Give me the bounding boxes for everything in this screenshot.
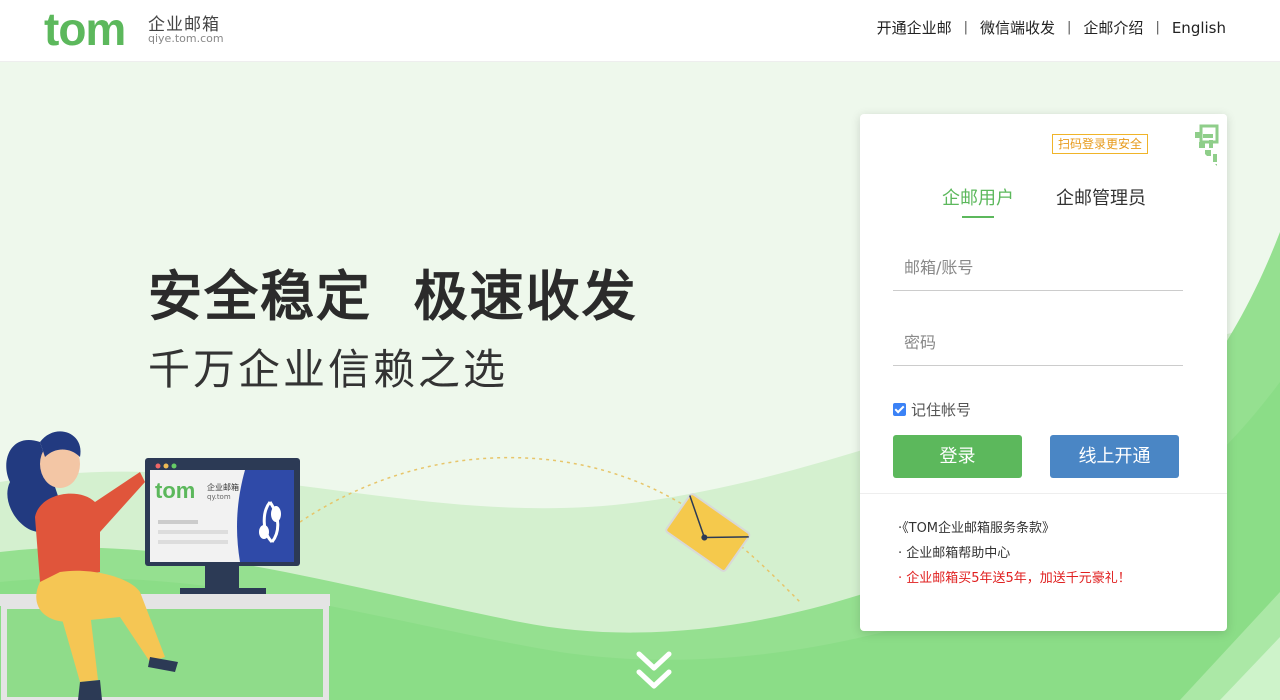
active-tab-indicator (962, 216, 994, 218)
qr-login-tip[interactable]: 扫码登录更安全 (1052, 134, 1149, 154)
tab-enterprise-user[interactable]: 企邮用户 (942, 184, 1014, 210)
scroll-down-chevron-icon[interactable] (636, 650, 672, 694)
login-card: 扫码登录更安全 企邮用户 企邮管理员 记住帐号 登录 线上开通 ·《TOM企业邮… (860, 114, 1227, 631)
monitor-logo-url: qy.tom (207, 493, 231, 501)
qr-code-icon[interactable] (1165, 114, 1227, 176)
remember-label: 记住帐号 (911, 401, 972, 419)
account-field (893, 245, 1183, 291)
remember-account[interactable]: 记住帐号 (893, 399, 971, 420)
monitor-logo-cn: 企业邮箱 (207, 483, 239, 492)
logo-text: tom (44, 3, 126, 55)
nav-separator: | (963, 20, 969, 35)
terms-link[interactable]: ·《TOM企业邮箱服务条款》 (898, 516, 1131, 541)
remember-checkbox[interactable] (893, 403, 906, 416)
card-divider (860, 493, 1227, 494)
tab-enterprise-admin[interactable]: 企邮管理员 (1056, 184, 1146, 210)
password-field (893, 320, 1183, 366)
login-tabs: 企邮用户 企邮管理员 (860, 184, 1227, 224)
nav-separator: | (1067, 20, 1072, 35)
card-links: ·《TOM企业邮箱服务条款》 · 企业邮箱帮助中心 · 企业邮箱买5年送5年，加… (898, 516, 1131, 591)
nav-open-enterprise-mail[interactable]: 开通企业邮 (877, 17, 952, 38)
logo-url: qiye.tom.com (148, 32, 224, 45)
top-header: tom 企业邮箱 qiye.tom.com 开通企业邮 | 微信端收发 | 企邮… (0, 0, 1280, 62)
monitor-screen-logo: tom 企业邮箱 qy.tom (155, 478, 239, 504)
account-input[interactable] (893, 245, 1183, 290)
hero-headline: 安全稳定 极速收发 (148, 265, 638, 328)
monitor-logo-text: tom (155, 478, 196, 503)
hero-subline: 千万企业信赖之选 (148, 345, 509, 394)
promo-link[interactable]: · 企业邮箱买5年送5年，加送千元豪礼！ (898, 566, 1131, 591)
password-input[interactable] (893, 320, 1183, 365)
help-center-link[interactable]: · 企业邮箱帮助中心 (898, 541, 1131, 566)
nav-english[interactable]: English (1172, 19, 1226, 37)
top-nav: 开通企业邮 | 微信端收发 | 企邮介绍 | English (877, 17, 1226, 38)
online-open-button[interactable]: 线上开通 (1050, 435, 1179, 478)
nav-wechat-mail[interactable]: 微信端收发 (980, 17, 1055, 38)
nav-product-intro[interactable]: 企邮介绍 (1083, 17, 1143, 38)
login-button[interactable]: 登录 (893, 435, 1022, 478)
nav-separator: | (1155, 20, 1160, 35)
